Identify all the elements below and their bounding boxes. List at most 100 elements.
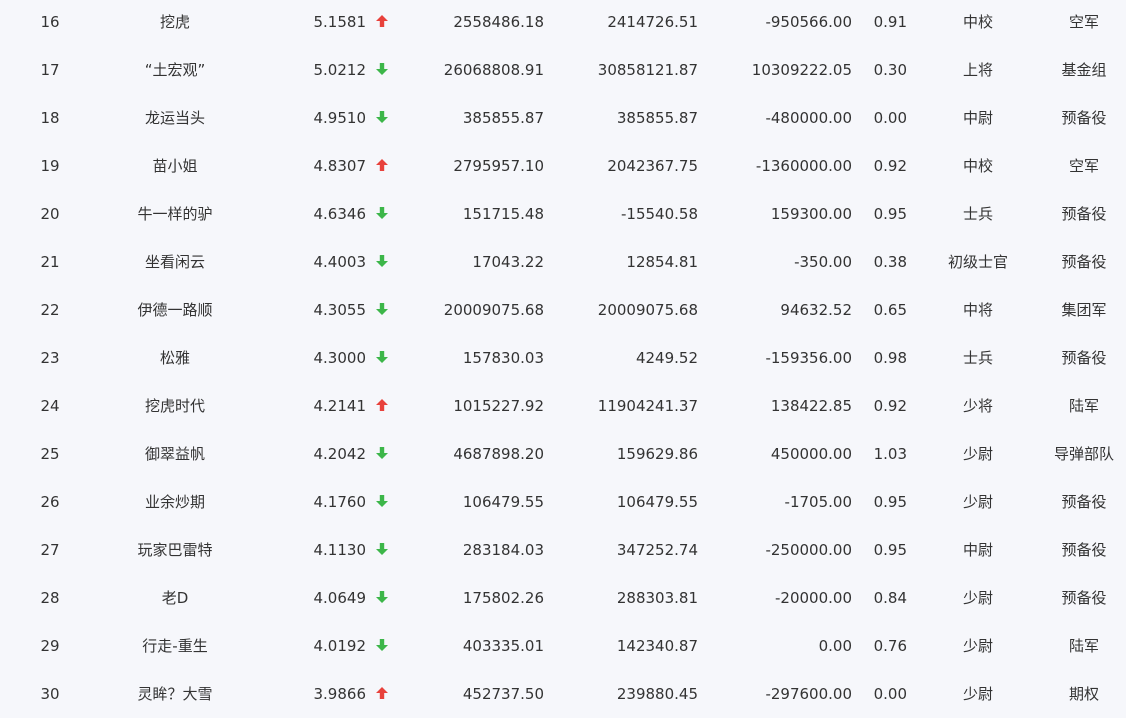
ratio-cell: 0.92 [873, 397, 907, 415]
branch-cell: 预备役 [1061, 541, 1107, 559]
branch-cell: 陆军 [1068, 397, 1099, 415]
value1-cell: 283184.03 [462, 541, 544, 559]
arrow-down-icon [374, 430, 390, 478]
branch-cell: 预备役 [1061, 493, 1107, 511]
trader-name: “土宏观” [144, 61, 206, 79]
table-row[interactable]: 21 坐看闲云 4.4003 17043.22 12854.81 -350.00 0.38 初… [0, 238, 1126, 286]
trader-name: 玩家巴雷特 [137, 541, 213, 559]
branch-cell: 预备役 [1061, 109, 1107, 127]
value3-cell: 450000.00 [770, 445, 852, 463]
table-row[interactable]: 27 玩家巴雷特 4.1130 283184.03 347252.74 -250000.0… [0, 526, 1126, 574]
rank-cell: 26 [40, 493, 60, 511]
military-rank: 士兵 [962, 349, 993, 367]
trader-name: 坐看闲云 [144, 253, 205, 271]
ratio-cell: 0.38 [873, 253, 907, 271]
score-cell: 4.6346 [313, 205, 367, 223]
value2-cell: 347252.74 [616, 541, 698, 559]
value1-cell: 403335.01 [462, 637, 544, 655]
score-cell: 5.1581 [313, 13, 367, 31]
military-rank: 中校 [962, 157, 993, 175]
arrow-down-icon [374, 574, 390, 622]
military-rank: 少将 [962, 397, 993, 415]
branch-cell: 空军 [1068, 13, 1099, 31]
branch-cell: 导弹部队 [1053, 445, 1114, 463]
rank-cell: 29 [40, 637, 60, 655]
rank-cell: 27 [40, 541, 60, 559]
score-cell: 4.4003 [313, 253, 367, 271]
ratio-cell: 0.95 [873, 541, 907, 559]
arrow-down-icon [374, 286, 390, 334]
value1-cell: 17043.22 [472, 253, 544, 271]
branch-cell: 集团军 [1061, 301, 1107, 319]
table-row[interactable]: 22 伊德一路顺 4.3055 20009075.68 20009075.68 94632… [0, 286, 1126, 334]
branch-cell: 空军 [1068, 157, 1099, 175]
score-cell: 4.3000 [313, 349, 367, 367]
table-row[interactable]: 29 行走-重生 4.0192 403335.01 142340.87 0.00 0.76 少… [0, 622, 1126, 670]
military-rank: 中将 [962, 301, 993, 319]
branch-cell: 陆军 [1068, 637, 1099, 655]
arrow-down-icon [374, 526, 390, 574]
ratio-cell: 0.98 [873, 349, 907, 367]
table-row[interactable]: 28 老D 4.0649 175802.26 288303.81 -20000.00 0.8… [0, 574, 1126, 622]
score-cell: 4.1760 [313, 493, 367, 511]
score-cell: 4.2042 [313, 445, 367, 463]
table-row[interactable]: 16 挖虎 5.1581 2558486.18 2414726.51 -950566.00… [0, 0, 1126, 46]
trader-name: 龙运当头 [144, 109, 205, 127]
trader-name: 业余炒期 [144, 493, 205, 511]
table-row[interactable]: 19 苗小姐 4.8307 2795957.10 2042367.75 -1360000.… [0, 142, 1126, 190]
trader-name: 伊德一路顺 [137, 301, 213, 319]
value2-cell: 20009075.68 [597, 301, 698, 319]
trader-name: 松雅 [159, 349, 190, 367]
rank-cell: 19 [40, 157, 60, 175]
value3-cell: 94632.52 [780, 301, 852, 319]
value3-cell: 0.00 [818, 637, 852, 655]
value1-cell: 26068808.91 [443, 61, 544, 79]
table-row[interactable]: 20 牛一样的驴 4.6346 151715.48 -15540.58 159300.00… [0, 190, 1126, 238]
rank-cell: 17 [40, 61, 60, 79]
military-rank: 中尉 [962, 541, 993, 559]
value1-cell: 106479.55 [462, 493, 544, 511]
table-row[interactable]: 18 龙运当头 4.9510 385855.87 385855.87 -480000.00… [0, 94, 1126, 142]
rank-cell: 22 [40, 301, 60, 319]
score-cell: 4.8307 [313, 157, 367, 175]
ratio-cell: 0.76 [873, 637, 907, 655]
score-cell: 4.2141 [313, 397, 367, 415]
table-row[interactable]: 24 挖虎时代 4.2141 1015227.92 11904241.37 138422.… [0, 382, 1126, 430]
value2-cell: 4249.52 [635, 349, 698, 367]
value1-cell: 1015227.92 [453, 397, 544, 415]
ranking-table: 16 挖虎 5.1581 2558486.18 2414726.51 -950566.00… [0, 0, 1126, 711]
table-row[interactable]: 25 御翠益帆 4.2042 4687898.20 159629.86 450000.00… [0, 430, 1126, 478]
arrow-down-icon [374, 94, 390, 142]
table-row[interactable]: 17 “土宏观” 5.0212 26068808.91 30858121.87 10309… [0, 46, 1126, 94]
score-cell: 4.0192 [313, 637, 367, 655]
arrow-up-icon [374, 0, 390, 46]
value3-cell: 10309222.05 [751, 61, 852, 79]
value2-cell: 288303.81 [616, 589, 698, 607]
trader-name: 挖虎 [159, 13, 190, 31]
table-row[interactable]: 26 业余炒期 4.1760 106479.55 106479.55 -1705.00 0.… [0, 478, 1126, 526]
military-rank: 少尉 [962, 445, 993, 463]
value2-cell: 385855.87 [616, 109, 698, 127]
military-rank: 少尉 [962, 589, 993, 607]
ratio-cell: 0.91 [873, 13, 907, 31]
ratio-cell: 0.92 [873, 157, 907, 175]
rank-cell: 20 [40, 205, 60, 223]
table-row[interactable]: 23 松雅 4.3000 157830.03 4249.52 -159356.00 0.98… [0, 334, 1126, 382]
value2-cell: 12854.81 [626, 253, 698, 271]
trader-name: 行走-重生 [142, 637, 208, 655]
value1-cell: 385855.87 [462, 109, 544, 127]
ratio-cell: 0.95 [873, 493, 907, 511]
arrow-down-icon [374, 622, 390, 670]
value1-cell: 2795957.10 [453, 157, 544, 175]
rank-cell: 18 [40, 109, 60, 127]
arrow-up-icon [374, 382, 390, 430]
arrow-down-icon [374, 238, 390, 286]
ratio-cell: 0.65 [873, 301, 907, 319]
branch-cell: 基金组 [1061, 61, 1107, 79]
value1-cell: 175802.26 [462, 589, 544, 607]
ratio-cell: 0.00 [873, 109, 907, 127]
branch-cell: 预备役 [1061, 589, 1107, 607]
trader-name: 牛一样的驴 [137, 205, 213, 223]
arrow-down-icon [374, 46, 390, 94]
military-rank: 中校 [962, 13, 993, 31]
